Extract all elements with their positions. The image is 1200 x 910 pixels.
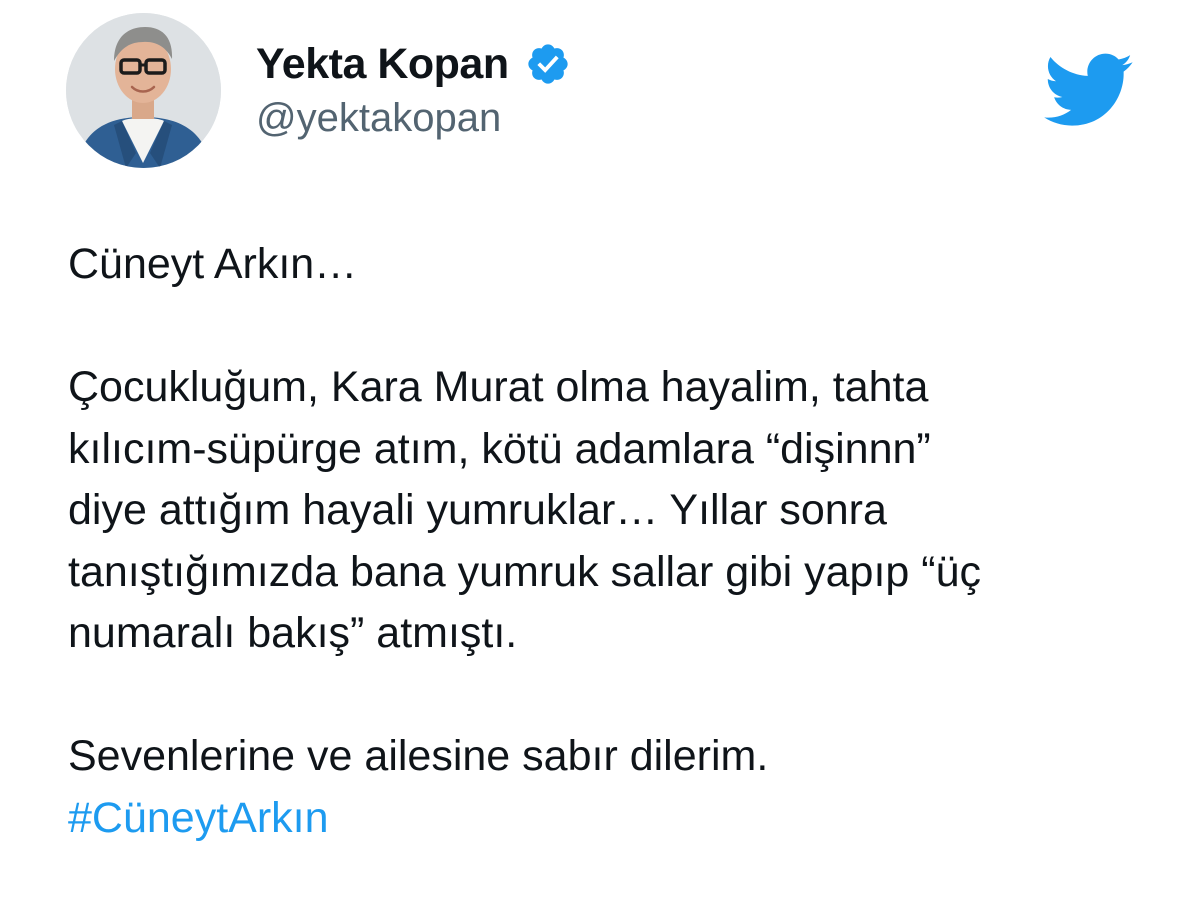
- tweet-card: Yekta Kopan @yektakopan Cüneyt Arkın… Ço…: [0, 0, 1200, 910]
- hashtag-link[interactable]: #CüneytArkın: [68, 794, 329, 842]
- avatar-photo: [66, 13, 221, 168]
- tweet-line: kılıcım-süpürge atım, kötü adamlara “diş…: [68, 424, 931, 473]
- tweet-text: Cüneyt Arkın… Çocukluğum, Kara Murat olm…: [68, 234, 1168, 849]
- author-handle[interactable]: @yektakopan: [256, 96, 501, 141]
- twitter-bird-icon: [1044, 53, 1134, 129]
- avatar[interactable]: [66, 13, 221, 168]
- tweet-condolence: Sevenlerine ve ailesine sabır dilerim.: [68, 732, 769, 780]
- tweet-line: numaralı bakış” atmıştı.: [68, 609, 518, 657]
- tweet-intro: Cüneyt Arkın…: [68, 240, 358, 288]
- author-name-row: Yekta Kopan: [256, 36, 571, 92]
- author-name[interactable]: Yekta Kopan: [256, 40, 509, 89]
- tweet-line: Çocukluğum, Kara Murat olma hayalim, tah…: [68, 363, 929, 411]
- tweet-line: diye attığım hayali yumruklar… Yıllar so…: [68, 486, 887, 534]
- verified-badge-icon: [525, 41, 571, 87]
- tweet-line: tanıştığımızda bana yumruk sallar gibi y…: [68, 547, 981, 596]
